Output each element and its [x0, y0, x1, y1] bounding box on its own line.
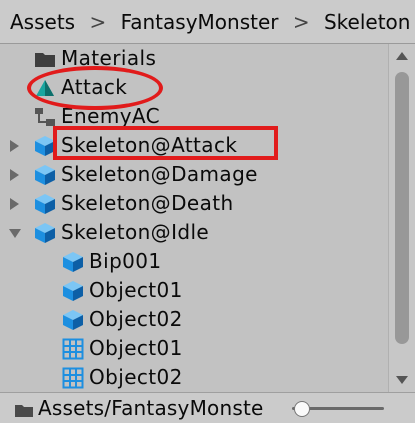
tree-item[interactable]: Object02 — [0, 305, 388, 334]
zoom-slider-handle[interactable] — [294, 401, 310, 417]
model-prefab-icon — [62, 280, 84, 302]
model-prefab-icon — [34, 164, 56, 186]
tree-item-label: Skeleton@Damage — [61, 162, 258, 186]
tree-item-label: Object01 — [89, 278, 183, 302]
expand-arrow-icon[interactable] — [10, 140, 19, 152]
tree-item[interactable]: Skeleton@Idle — [0, 218, 388, 247]
selected-path: Assets/FantasyMonste — [38, 396, 264, 420]
breadcrumb-separator: > — [89, 10, 107, 34]
expand-arrow-open-icon[interactable] — [9, 229, 21, 238]
tree-item-label: Object01 — [89, 336, 183, 360]
expand-arrow-icon[interactable] — [10, 169, 19, 181]
expand-arrow-icon[interactable] — [10, 198, 19, 210]
folder-icon — [15, 405, 33, 417]
scroll-down-icon[interactable] — [396, 376, 408, 384]
zoom-slider[interactable] — [286, 401, 386, 417]
tree-item[interactable]: Object02 — [0, 363, 388, 392]
breadcrumb-item-fantasymonster[interactable]: FantasyMonster — [121, 10, 279, 34]
model-prefab-icon — [34, 222, 56, 244]
status-bar: Assets/FantasyMonste — [0, 392, 415, 423]
tree-item[interactable]: Skeleton@Damage — [0, 160, 388, 189]
animator-controller-icon — [34, 106, 56, 128]
tree-item[interactable]: Skeleton@Death — [0, 189, 388, 218]
breadcrumb: Assets > FantasyMonster > Skeleton — [0, 0, 415, 44]
tree-item-label: Skeleton@Idle — [61, 220, 210, 244]
mesh-grid-icon — [62, 338, 84, 360]
annotation-ellipse — [27, 66, 163, 110]
tree-item[interactable]: Object01 — [0, 276, 388, 305]
tree-item[interactable]: Bip001 — [0, 247, 388, 276]
tree-item-label: Object02 — [89, 365, 183, 389]
breadcrumb-item-assets[interactable]: Assets — [10, 10, 75, 34]
tree-item[interactable]: Object01 — [0, 334, 388, 363]
vertical-scrollbar[interactable] — [388, 44, 415, 392]
model-prefab-icon — [62, 309, 84, 331]
breadcrumb-item-skeleton[interactable]: Skeleton — [324, 10, 410, 34]
tree-item-label: Skeleton@Death — [61, 191, 234, 215]
scroll-up-icon[interactable] — [396, 52, 408, 60]
annotation-rectangle — [53, 126, 278, 160]
model-prefab-icon — [62, 251, 84, 273]
model-prefab-icon — [34, 193, 56, 215]
mesh-grid-icon — [62, 367, 84, 389]
scrollbar-thumb[interactable] — [395, 72, 409, 344]
folder-icon — [34, 48, 56, 70]
tree-item-label: Bip001 — [89, 249, 162, 273]
tree-item-label: Object02 — [89, 307, 183, 331]
breadcrumb-separator: > — [292, 10, 310, 34]
